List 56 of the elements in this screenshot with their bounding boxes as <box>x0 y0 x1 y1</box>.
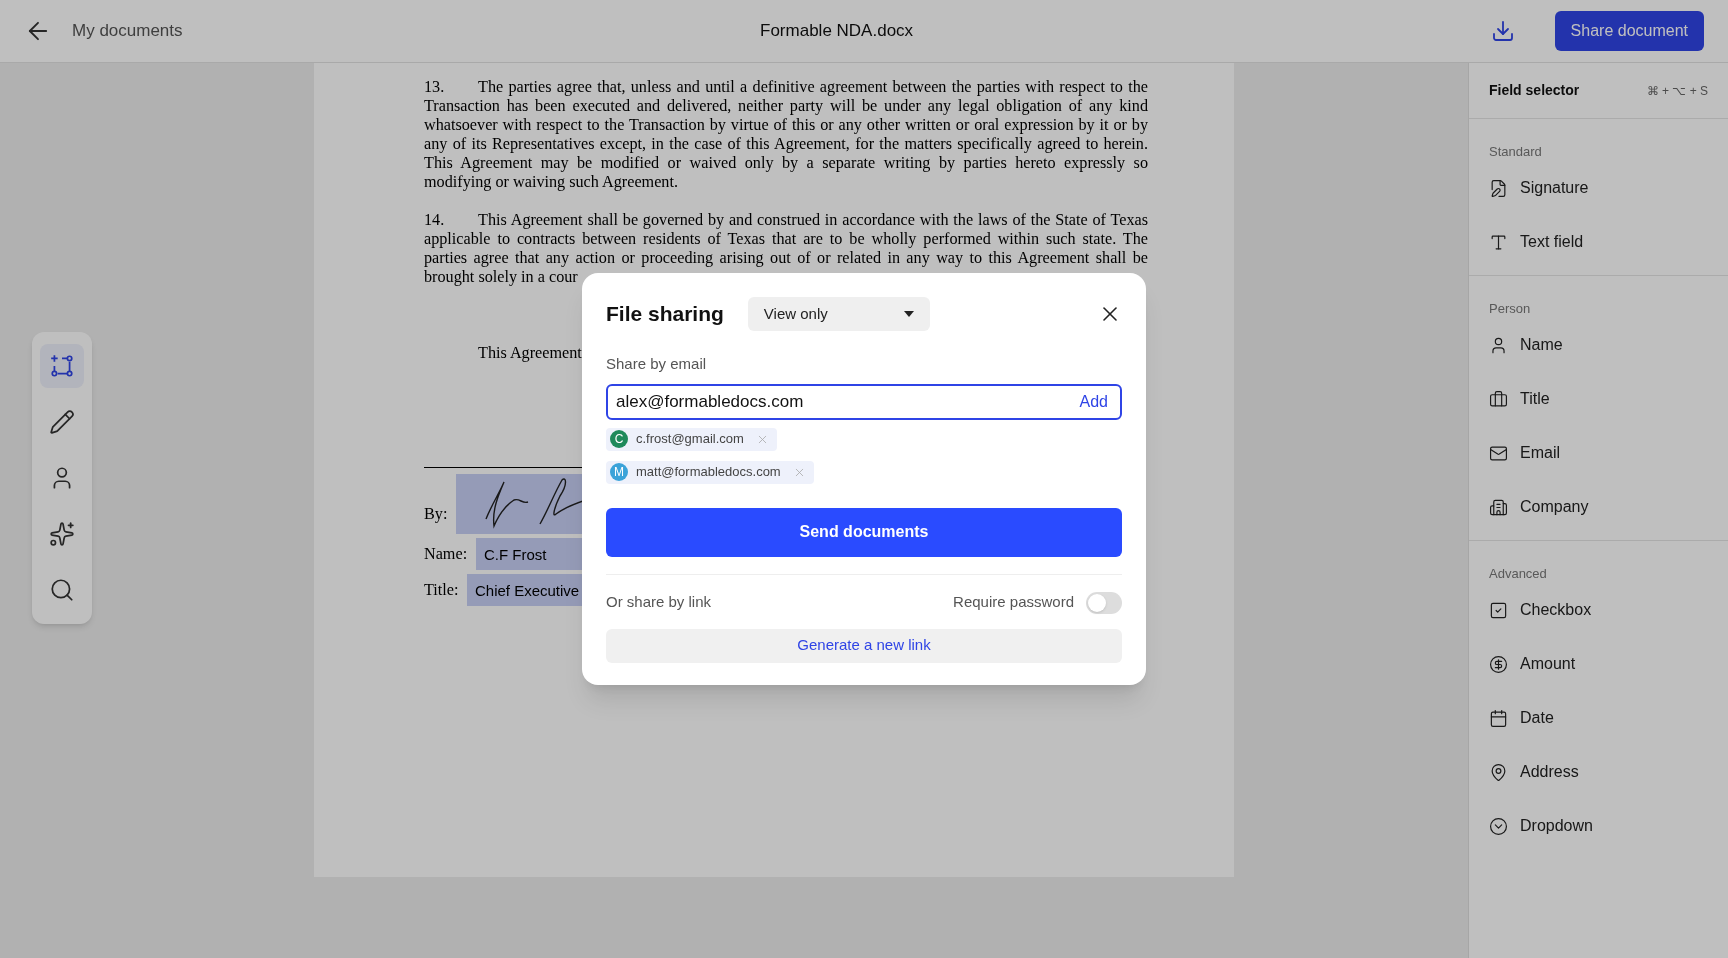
field-option[interactable]: Company <box>1489 480 1708 534</box>
field-option[interactable]: Checkbox <box>1489 583 1708 637</box>
field-option[interactable]: Text field <box>1489 215 1708 269</box>
name-label: Name: <box>424 544 469 564</box>
field-option[interactable]: Amount <box>1489 637 1708 691</box>
add-button[interactable]: Add <box>1079 389 1108 414</box>
field-option[interactable]: Address <box>1489 745 1708 799</box>
field-option[interactable]: Date <box>1489 691 1708 745</box>
password-toggle[interactable] <box>1086 591 1122 614</box>
back-label: My documents <box>72 20 183 43</box>
file-pen-icon <box>1489 178 1508 198</box>
building-icon <box>1489 497 1508 517</box>
document-paragraph: 14. This Agreement shall be governed by and construed in accordance with the laws of the State of Texas applicable to contracts between residents of Texas that are to be wholly performed within such state. The parties agree that any action or proceeding arising out of or related in any way to this Agreement shall be brought solely in a cour <box>424 211 1148 287</box>
document-paragraph: 13. The parties agree that, unless and until a definitive agreement between the parties with respect to the Transaction has been executed and delivered, neither party will be under any legal obligation of any kind whatsoever with respect to the Transaction by virtue of this or any other written or oral expression by it or by any of its Representatives except, in the case of this Agreement, for the matters specifically agreed to herein. This Agreement may be modified or waived only by a separate writing by parties hereto expressly so modifying or waiving such Agreement. <box>424 78 1148 192</box>
send-documents-button[interactable]: Send documents <box>606 507 1122 557</box>
by-label: By: <box>424 505 449 524</box>
section-heading: Advanced <box>1489 565 1547 583</box>
password-label: Require password <box>953 592 1074 613</box>
section-heading: Standard <box>1489 143 1542 161</box>
field-option[interactable]: Title <box>1489 372 1708 426</box>
pencil-icon <box>49 409 75 435</box>
document-title: Formable NDA.docx <box>760 20 914 43</box>
recipient-email: c.frost@gmail.com <box>636 430 744 449</box>
person-icon <box>1489 335 1508 355</box>
panel-title: Field selector <box>1489 81 1580 100</box>
checkbox-icon <box>1489 600 1508 620</box>
dialog-title: File sharing <box>606 301 724 328</box>
link-label: Or share by link <box>606 592 712 613</box>
tool-button[interactable] <box>40 344 84 388</box>
briefcase-icon <box>1489 389 1508 409</box>
search-icon <box>49 577 75 603</box>
caret-icon <box>903 311 914 317</box>
avatar-initial: M <box>610 463 628 481</box>
recipient-email: matt@formabledocs.com <box>636 463 781 482</box>
title-label: Title: <box>424 580 460 600</box>
field-option[interactable]: Name <box>1489 318 1708 372</box>
document-text: This Agreement <box>478 344 582 363</box>
calendar-icon <box>1489 708 1508 728</box>
chevron-circle-icon <box>1489 816 1508 836</box>
email-field[interactable]: alex@formabledocs.com Add <box>606 383 1122 420</box>
keyboard-shortcut: ⌘ + ⌥ + S <box>1646 82 1708 100</box>
frame-icon <box>49 353 75 379</box>
download-icon[interactable] <box>1490 19 1515 43</box>
map-pin-icon <box>1489 762 1508 782</box>
avatar-initial: C <box>610 430 628 448</box>
access-dropdown[interactable]: View only <box>747 297 930 331</box>
field-option[interactable]: Email <box>1489 426 1708 480</box>
dollar-icon <box>1489 654 1508 674</box>
field-option[interactable]: Signature <box>1489 161 1708 215</box>
share-document-button[interactable]: Share document <box>1554 11 1704 51</box>
back-button[interactable]: My documents <box>24 17 183 45</box>
section-heading: Person <box>1489 300 1531 318</box>
sparkles-icon <box>49 521 75 547</box>
field-option[interactable]: Dropdown <box>1489 799 1708 853</box>
generate-link-button[interactable]: Generate a new link <box>606 628 1122 663</box>
email-label: Share by email <box>606 354 707 374</box>
